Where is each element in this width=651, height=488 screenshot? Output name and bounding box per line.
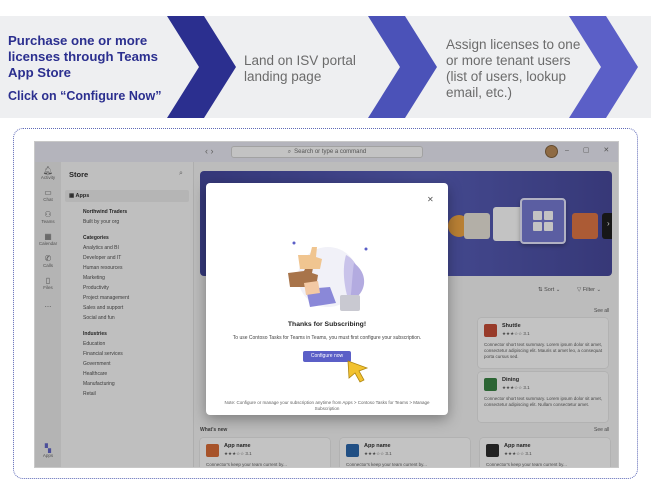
teams-window: ‹ › ⌕ Search or type a command – ▢ ✕ 🔔︎ A…: [34, 141, 619, 468]
configure-now-button[interactable]: Configure now: [303, 351, 351, 362]
dialog-title: Thanks for Subscribing!: [287, 321, 367, 328]
step-1-label: Purchase one or more licenses through Te…: [8, 33, 158, 80]
step-2-text: Land on ISV portal landing page: [244, 53, 356, 84]
step-1-cta: Click on “Configure Now”: [8, 89, 162, 103]
step-3-text: Assign licenses to one or more tenant us…: [446, 37, 581, 100]
flow-banner: Purchase one or more licenses through Te…: [0, 0, 651, 124]
dialog-note: Note: Configure or manage your subscript…: [224, 400, 430, 411]
thumbs-up-illustration: [288, 241, 368, 311]
cursor-pointer-icon: [347, 360, 369, 383]
close-icon[interactable]: ✕: [427, 195, 434, 204]
dialog-message: To use Contoso Tasks for Teams in Teams,…: [232, 335, 422, 341]
step-1-text: Purchase one or more licenses through Te…: [8, 33, 168, 104]
subscription-dialog: ✕ Thanks for Subscribing! To use Contoso…: [206, 183, 448, 415]
